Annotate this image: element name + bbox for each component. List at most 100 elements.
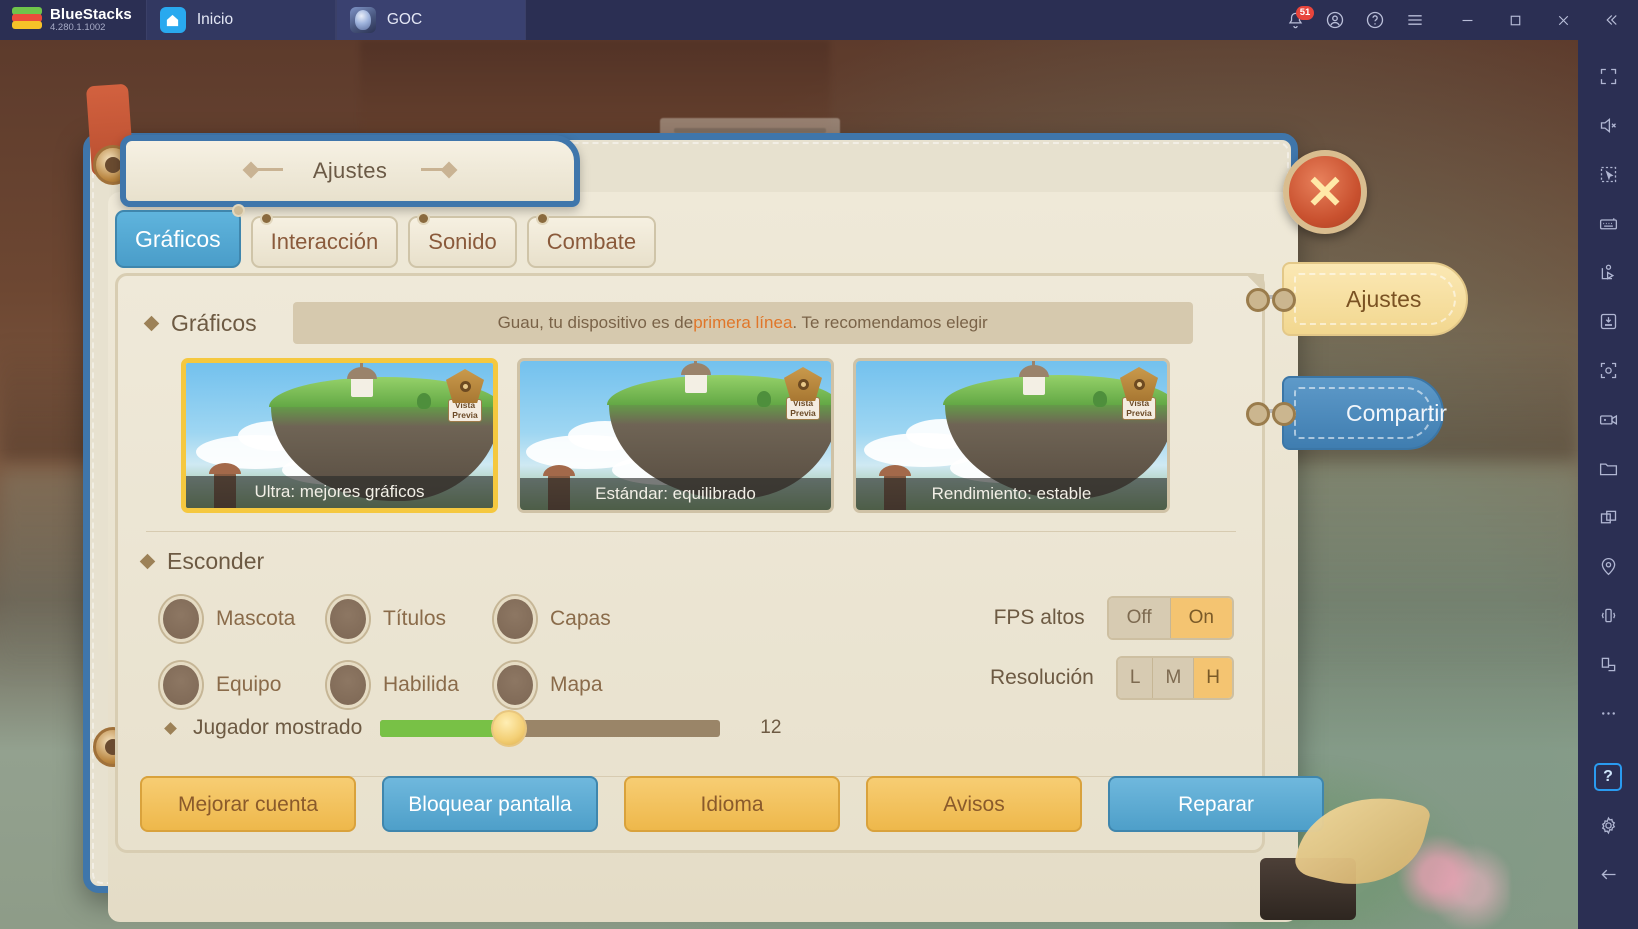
tab-combate-label: Combate (546, 229, 637, 254)
preview-badge-line2: Previa (452, 409, 478, 420)
resolution-option-m[interactable]: M (1153, 658, 1195, 698)
shake-icon[interactable] (1585, 591, 1631, 640)
back-icon[interactable] (1585, 850, 1631, 899)
notification-badge: 51 (1296, 6, 1314, 20)
multi-select-icon[interactable] (1585, 150, 1631, 199)
preview-badge: Vista Previa (1117, 367, 1161, 421)
maximize-icon[interactable] (1492, 0, 1538, 40)
slider-knob[interactable] (491, 709, 528, 747)
radio-icon[interactable] (494, 662, 536, 708)
fullscreen-icon[interactable] (1585, 52, 1631, 101)
recommendation-highlight: primera línea (693, 313, 793, 332)
avisos-button[interactable]: Avisos (866, 776, 1082, 832)
action-buttons: Mejorar cuenta Bloquear pantalla Idioma … (140, 776, 1324, 832)
display-settings: FPS altos Off On Resolución L M H (990, 596, 1234, 716)
collapse-icon[interactable] (1588, 0, 1634, 40)
tab-sonido[interactable]: Sonido (408, 214, 517, 268)
hide-option-capas[interactable]: Capas (494, 596, 661, 642)
macro-icon[interactable] (1585, 248, 1631, 297)
radio-icon[interactable] (494, 596, 536, 642)
tab-pin-icon (537, 214, 547, 223)
emulator-titlebar: BlueStacks 4.280.1.1002 Inicio GOC 51 (0, 0, 1638, 40)
hide-section-header: Esconder (139, 548, 264, 575)
keyboard-icon[interactable] (1585, 199, 1631, 248)
preview-badge: Vista Previa (443, 369, 487, 423)
fps-option-on[interactable]: On (1170, 598, 1232, 638)
recommendation-prefix: Guau, tu dispositivo es de (497, 313, 694, 332)
tab-graficos[interactable]: Gráficos (115, 206, 243, 268)
hide-option-label: Capas (550, 607, 611, 630)
emulator-tabstrip: Inicio GOC (145, 0, 526, 40)
preset-card-ultra[interactable]: Vista Previa Ultra: mejores gráficos (181, 358, 498, 513)
hide-option-titulos[interactable]: Títulos (327, 596, 494, 642)
radio-icon[interactable] (327, 596, 369, 642)
idioma-button[interactable]: Idioma (624, 776, 840, 832)
close-window-button[interactable]: ✕ (1283, 150, 1367, 234)
bullet-diamond-icon (164, 721, 177, 735)
settings-icon[interactable] (1585, 801, 1631, 850)
graphics-section-header: Gráficos Guau, tu dispositivo es de prim… (143, 302, 1193, 344)
screenshot-icon[interactable] (1585, 346, 1631, 395)
game-canvas: Ajustes Gráficos Interacción Sonido Comb… (0, 40, 1578, 929)
fps-toggle[interactable]: Off On (1106, 596, 1234, 640)
fps-label: FPS altos (993, 606, 1085, 629)
radio-icon[interactable] (160, 596, 202, 642)
preset-label-ultra: Ultra: mejores gráficos (186, 476, 493, 508)
preset-label-rendimiento: Rendimiento: estable (856, 478, 1167, 510)
preset-card-rendimiento[interactable]: Vista Previa Rendimiento: estable (853, 358, 1170, 513)
mute-icon[interactable] (1585, 101, 1631, 150)
bell-icon[interactable]: 51 (1276, 0, 1314, 40)
tab-combate[interactable]: Combate (526, 214, 657, 268)
hide-option-mascota[interactable]: Mascota (160, 596, 327, 642)
fps-option-off[interactable]: Off (1108, 598, 1171, 638)
more-icon[interactable] (1585, 689, 1631, 738)
apk-install-icon[interactable] (1585, 297, 1631, 346)
graphics-section-title: Gráficos (171, 309, 257, 336)
hide-option-equipo[interactable]: Equipo (160, 662, 327, 708)
location-icon[interactable] (1585, 542, 1631, 591)
radio-icon[interactable] (327, 662, 369, 708)
preset-card-estandar[interactable]: Vista Previa Estándar: equilibrado (517, 358, 834, 513)
hide-option-mapa[interactable]: Mapa (494, 662, 661, 708)
hide-option-label: Mascota (216, 607, 296, 630)
help-icon[interactable] (1356, 0, 1394, 40)
bluestacks-stack-icon (12, 7, 42, 33)
tab-inicio-label: Inicio (196, 11, 234, 28)
side-tab-ajustes-label: Ajustes (1346, 285, 1422, 312)
tag-hole-icon (1246, 402, 1296, 426)
tab-interaccion-label: Interacción (270, 229, 379, 254)
preview-badge-line2: Previa (790, 407, 816, 418)
game-app-icon (349, 7, 376, 33)
close-icon[interactable] (1540, 0, 1586, 40)
resolution-option-h[interactable]: H (1194, 658, 1232, 698)
rotate-icon[interactable] (1585, 640, 1631, 689)
tab-goc[interactable]: GOC (335, 0, 526, 40)
tab-graficos-label: Gráficos (135, 225, 221, 252)
hide-option-habilida[interactable]: Habilida (327, 662, 494, 708)
mejorar-cuenta-button[interactable]: Mejorar cuenta (140, 776, 356, 832)
tab-interaccion[interactable]: Interacción (250, 214, 399, 268)
tab-inicio[interactable]: Inicio (145, 0, 336, 40)
bloquear-pantalla-button[interactable]: Bloquear pantalla (382, 776, 598, 832)
account-icon[interactable] (1316, 0, 1354, 40)
resolution-toggle[interactable]: L M H (1115, 656, 1234, 700)
header-ornament-left (245, 162, 287, 180)
side-tab-compartir[interactable]: Compartir (1246, 376, 1447, 450)
folder-icon[interactable] (1585, 444, 1631, 493)
close-icon: ✕ (1305, 166, 1345, 218)
hide-option-label: Mapa (550, 673, 603, 696)
help-icon[interactable]: ? (1585, 752, 1631, 801)
multi-instance-icon[interactable] (1585, 493, 1631, 542)
minimize-icon[interactable] (1444, 0, 1490, 40)
tab-pin-icon (261, 214, 271, 223)
resolution-option-l[interactable]: L (1117, 658, 1154, 698)
side-tab-ajustes[interactable]: Ajustes (1246, 262, 1468, 336)
preset-label-estandar: Estándar: equilibrado (520, 478, 831, 510)
slider-track[interactable] (380, 709, 721, 747)
record-icon[interactable] (1585, 395, 1631, 444)
preview-badge: Vista Previa (781, 367, 825, 421)
menu-icon[interactable] (1396, 0, 1434, 40)
emulator-sidebar: ? (1578, 40, 1638, 929)
brand-version: 4.280.1.1002 (50, 21, 106, 33)
radio-icon[interactable] (160, 662, 202, 708)
